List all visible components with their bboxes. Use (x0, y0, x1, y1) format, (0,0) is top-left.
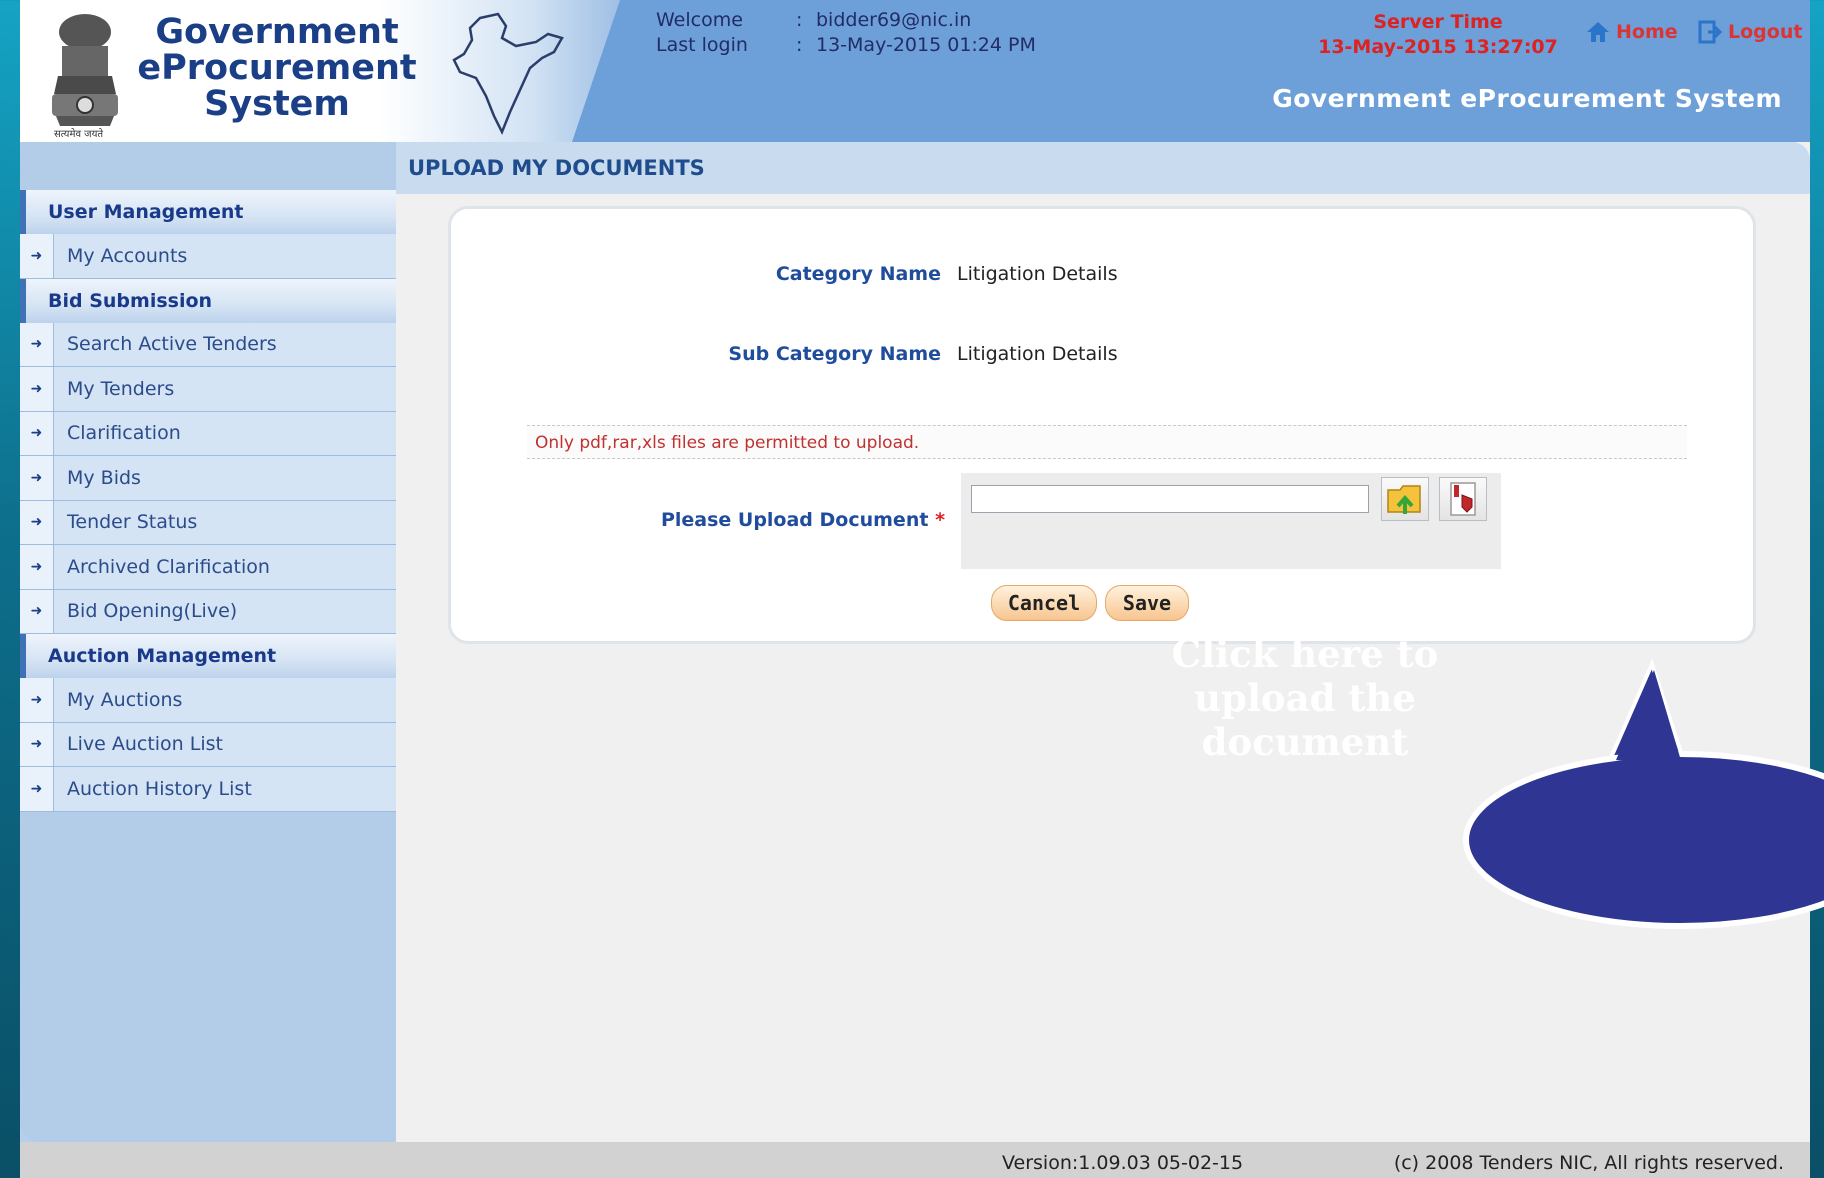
brand-line-3: System (204, 84, 350, 124)
file-path-input[interactable] (971, 485, 1369, 513)
last-login-value: 13-May-2015 01:24 PM (816, 34, 1036, 56)
required-mark: * (935, 509, 945, 531)
welcome-separator: : (796, 9, 803, 31)
upload-panel: Category Name Litigation Details Sub Cat… (448, 206, 1756, 644)
india-map-icon (452, 12, 564, 136)
sidebar-section-bid-submission: Bid Submission (20, 278, 396, 323)
remove-document-button[interactable] (1439, 477, 1487, 521)
logout-link[interactable]: Logout (1698, 20, 1802, 44)
sidebar-item-my-bids[interactable]: ➜ My Bids (20, 456, 396, 501)
brand-name: Government eProcurement System (132, 14, 422, 122)
sidebar-top (20, 142, 396, 190)
arrow-right-icon: ➜ (20, 234, 54, 278)
sidebar-item-label: My Auctions (67, 688, 183, 711)
arrow-right-icon: ➜ (20, 456, 54, 500)
sidebar-item-label: My Bids (67, 466, 141, 489)
emblem-caption: सत्यमेव जयते (54, 129, 104, 140)
last-login-label: Last login (656, 34, 748, 56)
save-button[interactable]: Save (1105, 585, 1189, 621)
file-type-note: Only pdf,rar,xls files are permitted to … (527, 425, 1687, 459)
category-label: Category Name (775, 263, 941, 285)
upload-label: Please Upload Document * (601, 509, 945, 531)
arrow-right-icon: ➜ (20, 767, 54, 811)
sidebar-item-label: Search Active Tenders (67, 333, 277, 356)
national-emblem-icon (52, 14, 118, 126)
server-time: Server Time 13-May-2015 13:27:07 (1288, 10, 1588, 60)
home-link[interactable]: Home (1586, 20, 1678, 44)
sidebar-section-user-management: User Management (20, 190, 396, 234)
session-info: Welcome : bidder69@nic.in Last login : 1… (656, 8, 1036, 58)
sidebar: User Management ➜ My Accounts Bid Submis… (20, 142, 396, 1142)
arrow-right-icon: ➜ (20, 722, 54, 766)
folder-upload-icon (1387, 485, 1421, 514)
sidebar-item-bid-opening-live[interactable]: ➜ Bid Opening(Live) (20, 589, 396, 634)
subcategory-label: Sub Category Name (728, 343, 941, 365)
home-label: Home (1616, 21, 1678, 43)
upload-box (961, 473, 1501, 569)
sidebar-section-auction-management: Auction Management (20, 634, 396, 678)
arrow-right-icon: ➜ (20, 589, 54, 633)
sidebar-item-label: My Accounts (67, 244, 188, 267)
document-certificate-icon (1450, 482, 1476, 516)
cancel-button[interactable]: Cancel (991, 585, 1097, 621)
sidebar-item-label: Auction History List (67, 777, 252, 800)
sidebar-item-search-active-tenders[interactable]: ➜ Search Active Tenders (20, 322, 396, 367)
sidebar-item-tender-status[interactable]: ➜ Tender Status (20, 500, 396, 545)
app-frame: सत्यमेव जयते Government eProcurement Sys… (20, 0, 1824, 1178)
callout-line-3: document (1201, 720, 1409, 764)
brand-line-1: Government (155, 12, 399, 52)
header-title: Government eProcurement System (1272, 84, 1782, 113)
callout-text: Click here to upload the document (1095, 632, 1515, 764)
callout-line-1: Click here to (1171, 632, 1439, 676)
welcome-user: bidder69@nic.in (816, 9, 972, 31)
home-icon (1587, 22, 1609, 42)
version-text: Version:1.09.03 05-02-15 (1002, 1152, 1244, 1174)
sidebar-item-label: Live Auction List (67, 733, 223, 756)
sidebar-item-label: Clarification (67, 422, 181, 445)
main-content: UPLOAD MY DOCUMENTS Category Name Litiga… (396, 142, 1824, 1142)
sidebar-item-auction-history-list[interactable]: ➜ Auction History List (20, 767, 396, 812)
browse-upload-button[interactable] (1381, 477, 1429, 521)
page-title: UPLOAD MY DOCUMENTS (396, 142, 1810, 194)
sidebar-item-my-auctions[interactable]: ➜ My Auctions (20, 678, 396, 723)
logout-icon (1698, 20, 1722, 44)
subcategory-value: Litigation Details (957, 343, 1118, 365)
sidebar-item-my-accounts[interactable]: ➜ My Accounts (20, 234, 396, 279)
server-time-value: 13-May-2015 13:27:07 (1318, 36, 1558, 58)
welcome-label: Welcome (656, 9, 743, 31)
arrow-right-icon: ➜ (20, 500, 54, 544)
arrow-right-icon: ➜ (20, 322, 54, 366)
sidebar-item-archived-clarification[interactable]: ➜ Archived Clarification (20, 545, 396, 590)
arrow-right-icon: ➜ (20, 545, 54, 589)
sidebar-item-clarification[interactable]: ➜ Clarification (20, 411, 396, 456)
arrow-right-icon: ➜ (20, 367, 54, 411)
arrow-right-icon: ➜ (20, 678, 54, 722)
category-value: Litigation Details (957, 263, 1118, 285)
sidebar-item-label: Archived Clarification (67, 555, 270, 578)
sidebar-item-my-tenders[interactable]: ➜ My Tenders (20, 367, 396, 412)
brand-line-2: eProcurement (137, 48, 417, 88)
sidebar-item-label: Bid Opening(Live) (67, 600, 238, 623)
sidebar-item-live-auction-list[interactable]: ➜ Live Auction List (20, 722, 396, 767)
copyright-text: (c) 2008 Tenders NIC, All rights reserve… (1393, 1152, 1784, 1174)
arrow-right-icon: ➜ (20, 411, 54, 455)
logout-label: Logout (1728, 21, 1803, 43)
last-login-separator: : (796, 34, 803, 56)
header: सत्यमेव जयते Government eProcurement Sys… (20, 0, 1810, 142)
sidebar-item-label: Tender Status (67, 511, 198, 534)
callout-line-2: upload the (1194, 676, 1416, 720)
server-time-label: Server Time (1373, 11, 1503, 33)
sidebar-item-label: My Tenders (67, 377, 175, 400)
footer: Version:1.09.03 05-02-15 (c) 2008 Tender… (20, 1142, 1810, 1178)
upload-label-text: Please Upload Document (660, 509, 929, 531)
